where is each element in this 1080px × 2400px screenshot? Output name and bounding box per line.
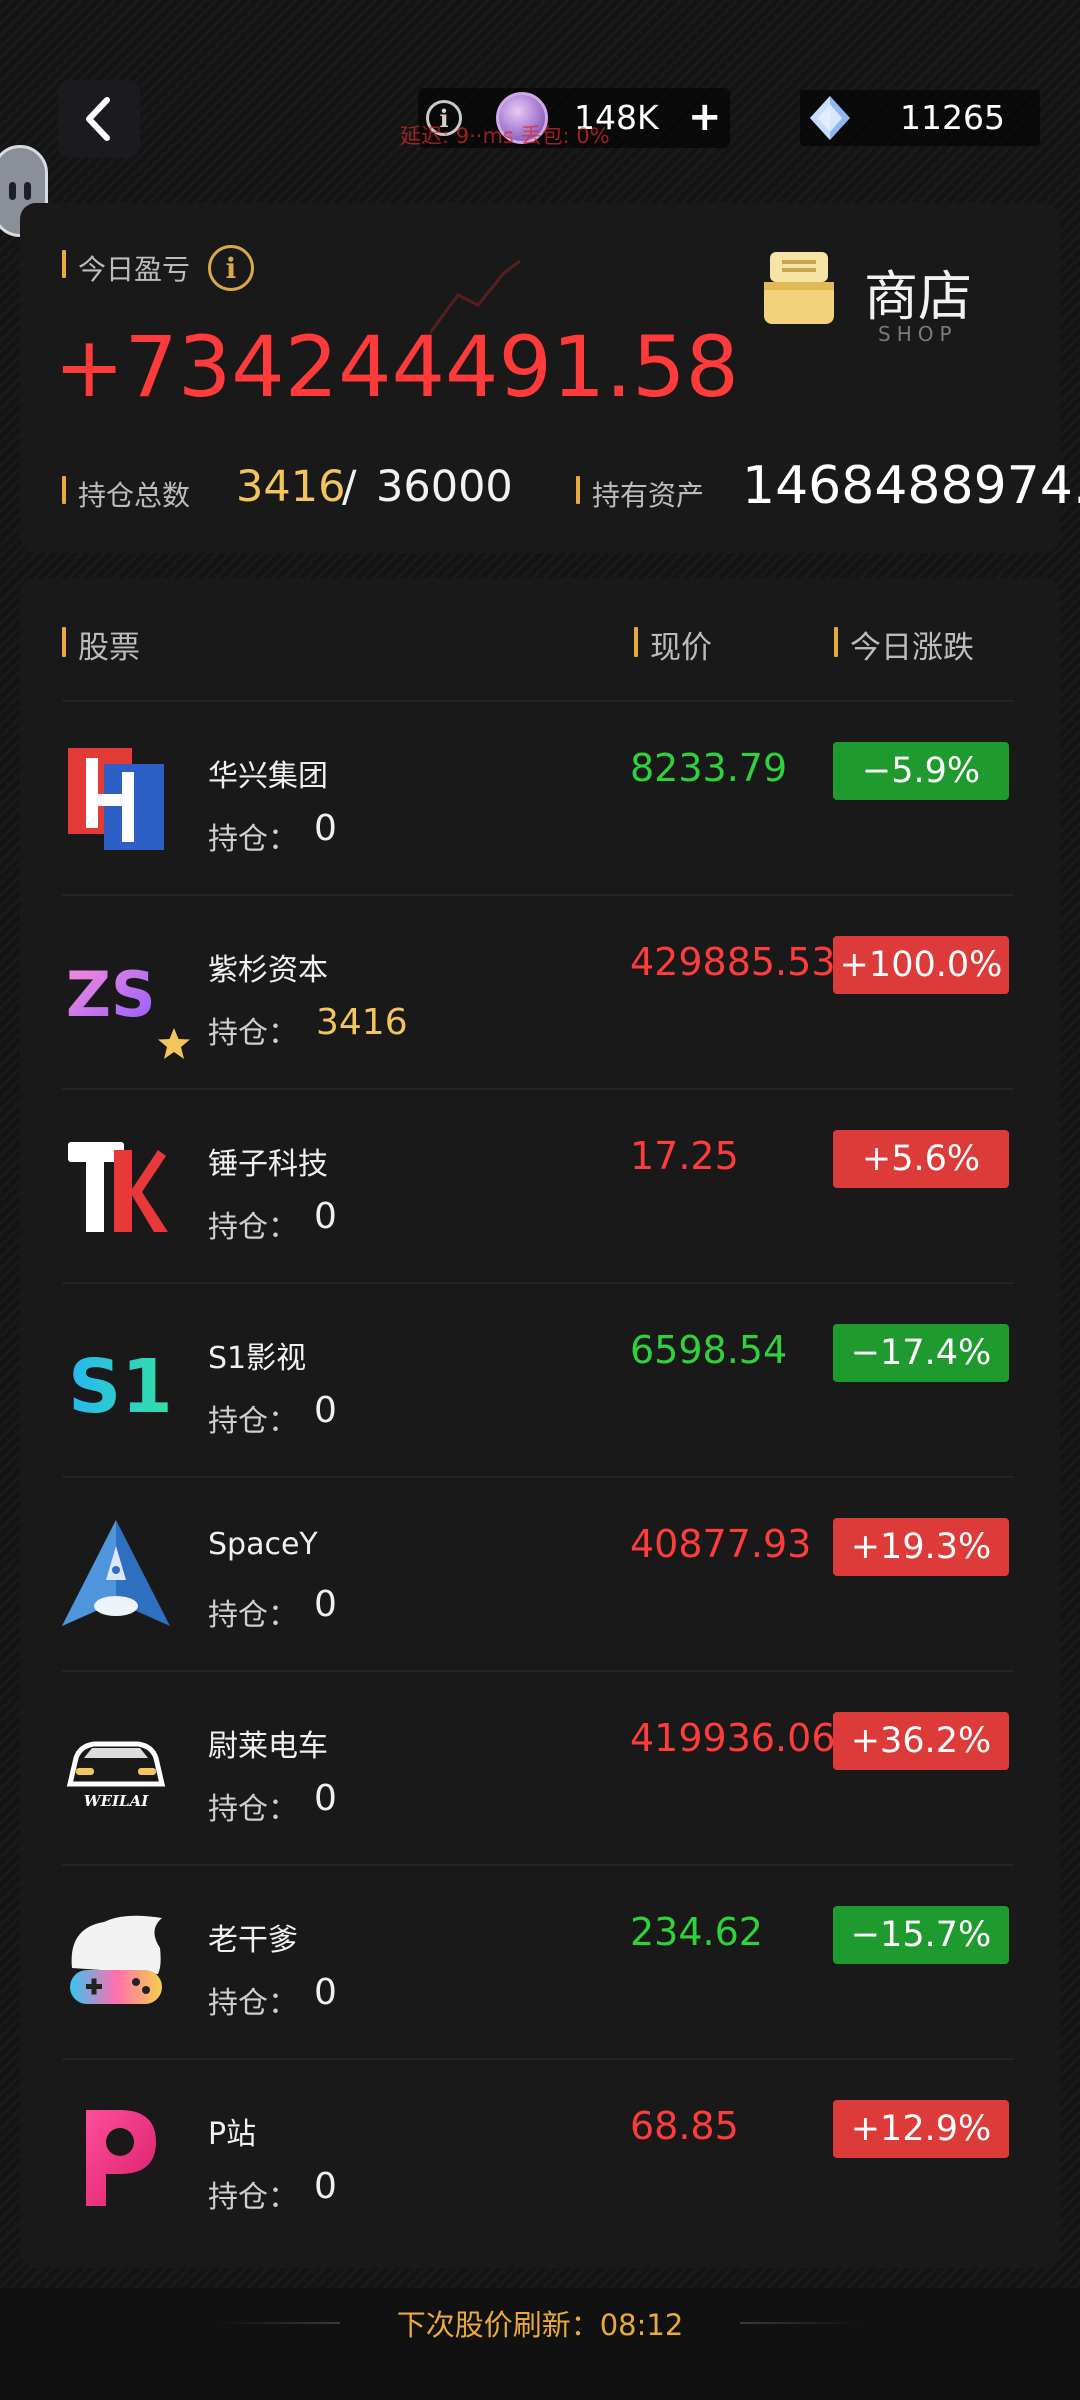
stock-price: 40877.93: [630, 1522, 812, 1566]
label-accent-bar: [62, 476, 66, 504]
holdings-separator: /: [342, 462, 357, 512]
label-accent-bar: [62, 250, 66, 278]
today-pnl-value: +734244491.58: [54, 318, 739, 416]
stock-name: 锤子科技: [208, 1147, 328, 1182]
diamond-value: 11265: [900, 98, 1005, 137]
stock-price: 234.62: [630, 1910, 763, 1954]
stock-change-badge: −17.4%: [833, 1324, 1009, 1382]
row-divider: [62, 2058, 1014, 2060]
network-overlay: 延迟: 9··ms 丢包: 0%: [400, 124, 610, 148]
stock-change-badge: −15.7%: [833, 1906, 1009, 1964]
stock-hold-label: 持仓：: [208, 1986, 298, 2021]
row-divider: [62, 1476, 1014, 1478]
s1-logo-icon: S1: [62, 1326, 173, 1434]
stock-hold-label: 持仓：: [208, 1792, 298, 1827]
header-stock: 股票: [78, 630, 140, 666]
shop-label: 商店: [864, 265, 972, 328]
stock-price: 419936.06: [630, 1716, 836, 1760]
back-button[interactable]: [58, 80, 140, 158]
stock-hold-label: 持仓：: [208, 1598, 298, 1633]
refresh-label: 下次股价刷新：: [396, 2308, 600, 2342]
stock-name: 紫杉资本: [208, 953, 328, 988]
assets-value: 1468488974.7: [742, 456, 1080, 516]
row-divider: [62, 1088, 1014, 1090]
stock-hold-value: 0: [314, 808, 337, 849]
shop-box-icon: [764, 252, 834, 324]
chevron-left-icon: [86, 97, 110, 141]
stock-change-badge: +12.9%: [833, 2100, 1009, 2158]
row-divider: [62, 1670, 1014, 1672]
stock-change-badge: −5.9%: [833, 742, 1009, 800]
stock-change-badge: +36.2%: [833, 1712, 1009, 1770]
favorite-star-icon[interactable]: [156, 1026, 192, 1062]
stock-hold-label: 持仓：: [208, 1404, 298, 1439]
header-change: 今日涨跌: [850, 630, 974, 666]
stock-hold-value: 3416: [316, 1002, 408, 1043]
stock-name: SpaceY: [208, 1527, 318, 1562]
stock-name: 尉莱电车: [208, 1729, 328, 1764]
car-logo-text: WEILAI: [84, 1792, 149, 1810]
stock-list-card: [20, 578, 1060, 2268]
refresh-time: 08:12: [599, 2308, 684, 2342]
stock-hold-label: 持仓：: [208, 2180, 298, 2215]
stock-hold-value: 0: [314, 1196, 337, 1237]
shop-sub-label: SHOP: [878, 322, 958, 346]
stock-hold-value: 0: [314, 1390, 337, 1431]
stock-name: S1影视: [208, 1341, 307, 1376]
header-accent-bar: [62, 627, 66, 657]
header-accent-bar: [834, 627, 838, 657]
add-coin-button[interactable]: +: [688, 94, 722, 140]
zs-logo-icon: ZS: [62, 938, 170, 1046]
stock-change-badge: +100.0%: [833, 936, 1009, 994]
stock-hold-label: 持仓：: [208, 1210, 298, 1245]
car-logo-icon: WEILAI: [62, 1714, 170, 1822]
row-divider: [62, 1282, 1014, 1284]
stock-hold-value: 0: [314, 2166, 337, 2207]
stock-hold-label: 持仓：: [208, 1016, 298, 1051]
stock-price: 8233.79: [630, 746, 788, 790]
holdings-max: 36000: [376, 462, 513, 512]
today-pnl-label: 今日盈亏: [78, 253, 191, 286]
p-logo-icon: [62, 2102, 170, 2210]
stock-hold-value: 0: [314, 1972, 337, 2013]
stock-price: 6598.54: [630, 1328, 788, 1372]
gamer-logo-icon: [62, 1908, 170, 2016]
stock-hold-label: 持仓：: [208, 822, 298, 857]
stock-price: 68.85: [630, 2104, 739, 2148]
stock-hold-value: 0: [314, 1778, 337, 1819]
stock-hold-value: 0: [314, 1584, 337, 1625]
svg-text:ZS: ZS: [66, 958, 156, 1031]
svg-text:S1: S1: [68, 1344, 170, 1430]
pnl-info-icon[interactable]: i: [208, 245, 254, 291]
row-divider: [62, 1864, 1014, 1866]
refresh-timer: 下次股价刷新：08:12: [0, 2302, 1080, 2344]
row-divider: [62, 700, 1014, 702]
header-price: 现价: [650, 630, 712, 666]
holdings-count: 3416: [236, 462, 346, 512]
stock-name: 华兴集团: [208, 759, 328, 794]
diamond-icon: [810, 96, 850, 140]
header-accent-bar: [634, 627, 638, 657]
stock-name: P站: [208, 2117, 257, 2152]
stock-change-badge: +5.6%: [833, 1130, 1009, 1188]
hx-logo-icon: [62, 744, 170, 852]
stock-change-badge: +19.3%: [833, 1518, 1009, 1576]
rocket-logo-icon: [62, 1520, 170, 1628]
stock-price: 429885.53: [630, 940, 836, 984]
holdings-label: 持仓总数: [78, 479, 191, 512]
tk-hammer-logo-icon: [62, 1132, 170, 1240]
row-divider: [62, 894, 1014, 896]
assets-label: 持有资产: [592, 479, 705, 512]
stock-price: 17.25: [630, 1134, 739, 1178]
label-accent-bar: [576, 476, 580, 504]
stock-name: 老干爹: [208, 1923, 298, 1958]
